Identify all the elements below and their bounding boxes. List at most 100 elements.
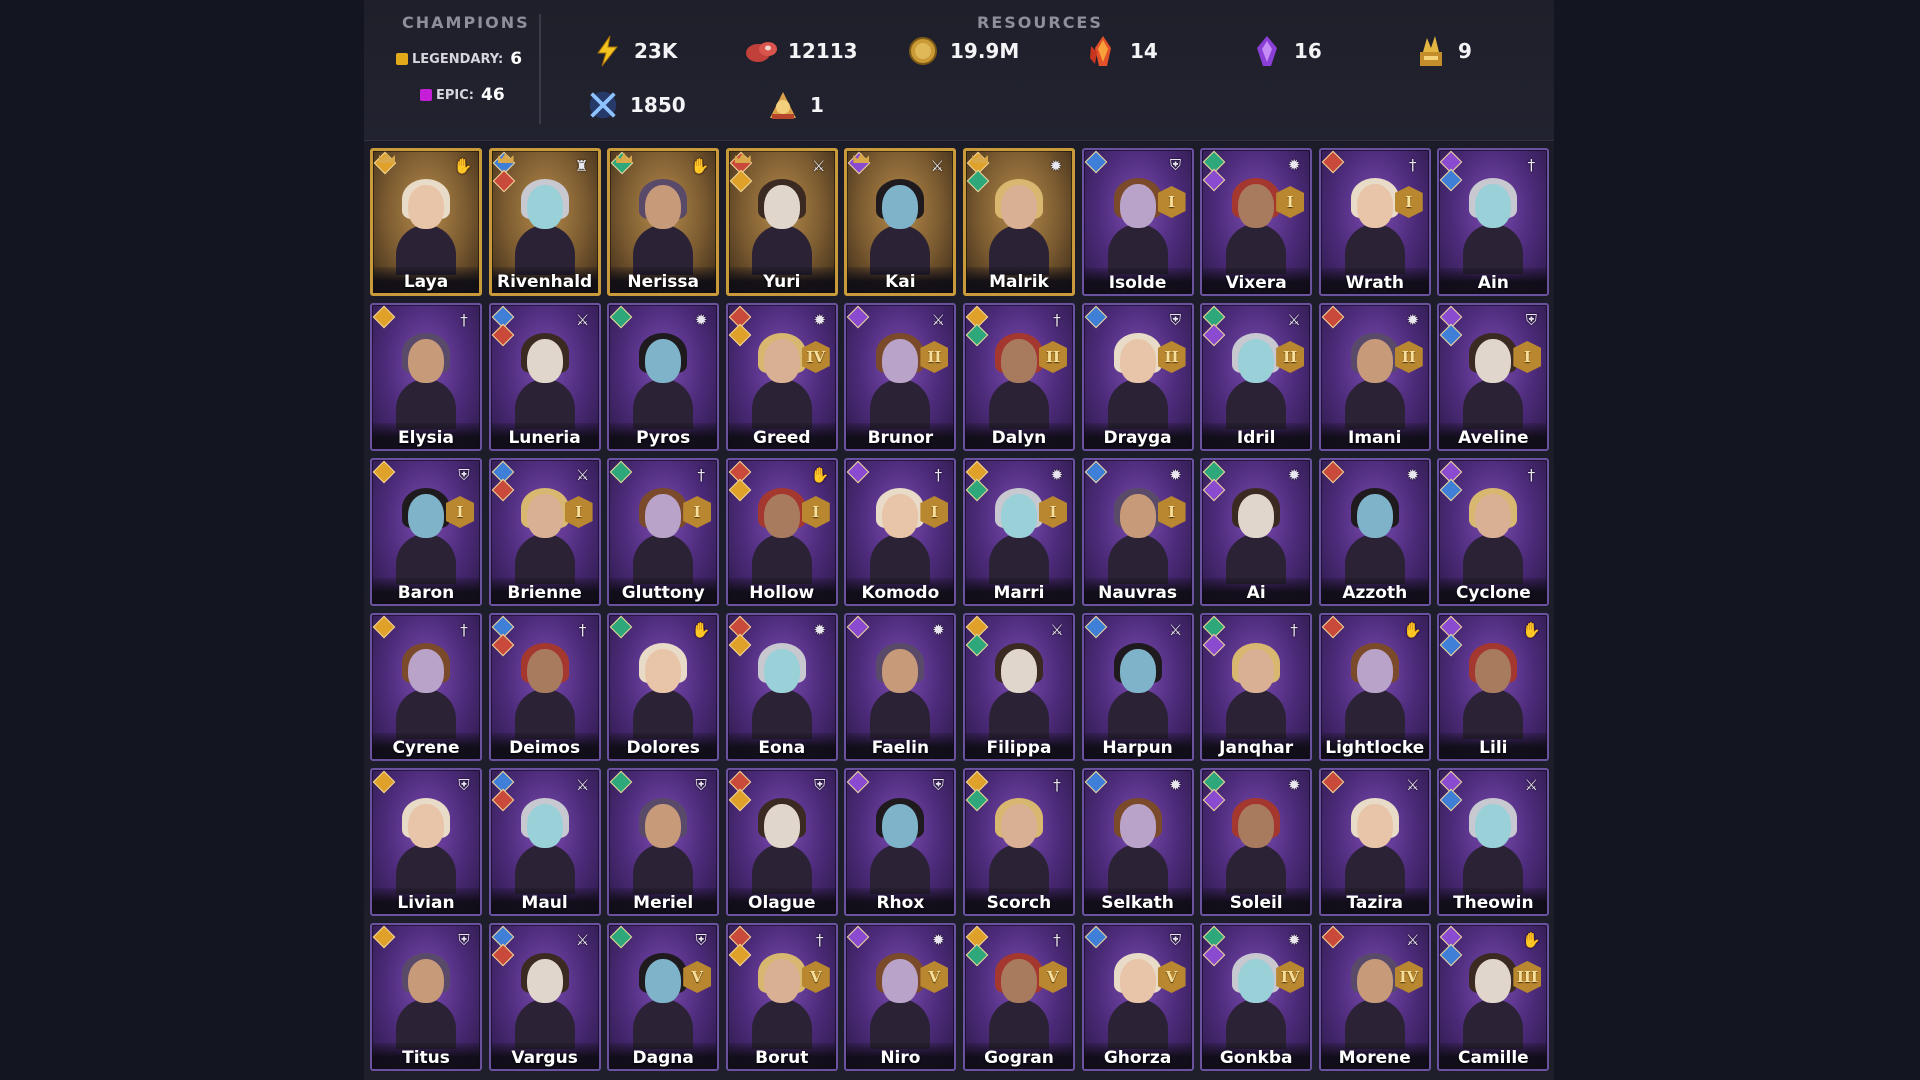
champion-portrait — [633, 179, 694, 275]
sword-icon: † — [578, 621, 587, 639]
champion-card[interactable]: ✹ Malrik — [962, 148, 1075, 296]
affinity-badges — [965, 460, 989, 502]
champion-card[interactable]: ✹ Selkath — [1081, 768, 1194, 916]
champion-card[interactable]: ✹ V Niro — [844, 923, 957, 1071]
champion-card[interactable]: ⚔ Filippa — [962, 613, 1075, 761]
nameplate: Dalyn — [964, 423, 1073, 449]
champion-card[interactable]: ⚔ II Idril — [1200, 303, 1313, 451]
resource-gold[interactable]: 19.9M — [906, 34, 1019, 68]
champion-card[interactable]: ⛨ II Drayga — [1081, 303, 1194, 451]
champion-name: Ain — [1477, 273, 1509, 293]
champion-card[interactable]: ⚔ I Brienne — [488, 458, 601, 606]
champion-card[interactable]: ♜ Rivenhald — [488, 148, 601, 296]
resource-arena[interactable]: 1850 — [586, 88, 686, 122]
sword-icon: † — [1053, 311, 1061, 329]
champion-portrait — [751, 179, 812, 275]
champion-card[interactable]: ✋ I Hollow — [725, 458, 838, 606]
champion-card[interactable]: ⛨ V Ghorza — [1081, 923, 1194, 1071]
champion-card[interactable]: ⛨ I Isolde — [1081, 148, 1194, 296]
champion-card[interactable]: ⚔ Vargus — [488, 923, 601, 1071]
champion-card[interactable]: ✹ Soleil — [1200, 768, 1313, 916]
champion-card[interactable]: † I Komodo — [844, 458, 957, 606]
champion-card[interactable]: ✹ Ai — [1200, 458, 1313, 606]
resource-purple-crystal[interactable]: 16 — [1250, 34, 1322, 68]
champion-card[interactable]: ⛨ Olague — [725, 768, 838, 916]
champion-name: Nauvras — [1098, 583, 1177, 603]
champion-card[interactable]: ⚔ Maul — [488, 768, 601, 916]
champion-name: Brunor — [867, 428, 934, 448]
champion-card[interactable]: † Deimos — [488, 613, 601, 761]
champion-card[interactable]: ⛨ I Aveline — [1437, 303, 1550, 451]
champion-card[interactable]: ⚔ IV Morene — [1318, 923, 1431, 1071]
champion-name: Greed — [752, 428, 811, 448]
support-hands-icon: ✋ — [810, 466, 830, 484]
champion-card[interactable]: ✹ Pyros — [607, 303, 720, 451]
champion-card[interactable]: ✋ III Camille — [1437, 923, 1550, 1071]
resource-fire-crystal[interactable]: 14 — [1086, 34, 1158, 68]
champion-card[interactable]: † V Gogran — [962, 923, 1075, 1071]
champion-card[interactable]: † V Borut — [725, 923, 838, 1071]
sword-icon: † — [460, 621, 468, 639]
champion-card[interactable]: ✹ I Vixera — [1200, 148, 1313, 296]
champion-card[interactable]: ✋ Laya — [370, 148, 482, 296]
champion-card[interactable]: ✋ Lightlocke — [1318, 613, 1431, 761]
magic-burst-icon: ✹ — [932, 621, 945, 639]
champion-card[interactable]: ✹ I Nauvras — [1081, 458, 1194, 606]
resource-energy[interactable]: 23K — [590, 34, 677, 68]
crossed-swords-icon: ⚔ — [1406, 931, 1420, 949]
champion-card[interactable]: † I Wrath — [1318, 148, 1431, 296]
champion-card[interactable]: ⛨ Titus — [370, 923, 482, 1071]
epic-label: EPIC: — [436, 87, 474, 103]
rank-numeral: I — [1523, 348, 1531, 366]
champion-card[interactable]: † Janqhar — [1200, 613, 1313, 761]
affinity-diamond-icon — [373, 151, 397, 175]
champion-card[interactable]: ⚔ Harpun — [1081, 613, 1194, 761]
champion-card[interactable]: ⛨ I Baron — [370, 458, 482, 606]
champion-card[interactable]: † Elysia — [370, 303, 482, 451]
champion-card[interactable]: ⛨ Meriel — [607, 768, 720, 916]
nameplate: Maul — [490, 888, 599, 914]
resource-meat[interactable]: 12113 — [744, 34, 858, 68]
champion-card[interactable]: ⚔ Theowin — [1437, 768, 1550, 916]
champion-name: Pyros — [636, 428, 691, 448]
champion-card[interactable]: ⚔ Tazira — [1318, 768, 1431, 916]
rank-numeral: IV — [1399, 968, 1419, 986]
champion-card[interactable]: ✹ Eona — [725, 613, 838, 761]
champion-card[interactable]: † II Dalyn — [962, 303, 1075, 451]
champion-card[interactable]: ⚔ Luneria — [488, 303, 601, 451]
resource-relic[interactable]: 9 — [1414, 34, 1472, 68]
sword-icon: † — [1409, 156, 1417, 174]
champion-name: Tazira — [1346, 893, 1403, 913]
champion-card[interactable]: ✹ Azzoth — [1318, 458, 1431, 606]
crossed-swords-icon: ⚔ — [812, 157, 826, 175]
champion-card[interactable]: ⛨ Livian — [370, 768, 482, 916]
champion-card[interactable]: † Scorch — [962, 768, 1075, 916]
champion-card[interactable]: ⚔ Kai — [844, 148, 957, 296]
champion-name: Morene — [1338, 1048, 1411, 1068]
champion-card[interactable]: † I Gluttony — [607, 458, 720, 606]
champion-card[interactable]: ⚔ Yuri — [725, 148, 838, 296]
champion-card[interactable]: ⛨ V Dagna — [607, 923, 720, 1071]
champion-card[interactable]: ⚔ II Brunor — [844, 303, 957, 451]
champion-card[interactable]: ✹ II Imani — [1318, 303, 1431, 451]
champion-name: Hollow — [749, 583, 815, 603]
champion-card[interactable]: ✹ Faelin — [844, 613, 957, 761]
sword-icon: † — [816, 931, 824, 949]
champion-card[interactable]: ✋ Dolores — [607, 613, 720, 761]
champion-card[interactable]: ✹ IV Gonkba — [1200, 923, 1313, 1071]
champion-name: Luneria — [508, 428, 581, 448]
champion-card[interactable]: ✋ Nerissa — [607, 148, 720, 296]
affinity-badges — [728, 925, 752, 967]
champion-card[interactable]: † Ain — [1437, 148, 1550, 296]
nameplate: Faelin — [846, 733, 955, 759]
shield-icon: ⛨ — [458, 931, 470, 949]
affinity-diamond-icon — [1202, 943, 1226, 967]
champion-card[interactable]: ✹ I Marri — [962, 458, 1075, 606]
affinity-badges — [1321, 925, 1345, 949]
champion-card[interactable]: ✋ Lili — [1437, 613, 1550, 761]
champion-card[interactable]: ⛨ Rhox — [844, 768, 957, 916]
champion-card[interactable]: † Cyrene — [370, 613, 482, 761]
champion-card[interactable]: † Cyclone — [1437, 458, 1550, 606]
resource-medal[interactable]: 1 — [766, 88, 824, 122]
champion-card[interactable]: ✹ IV Greed — [725, 303, 838, 451]
